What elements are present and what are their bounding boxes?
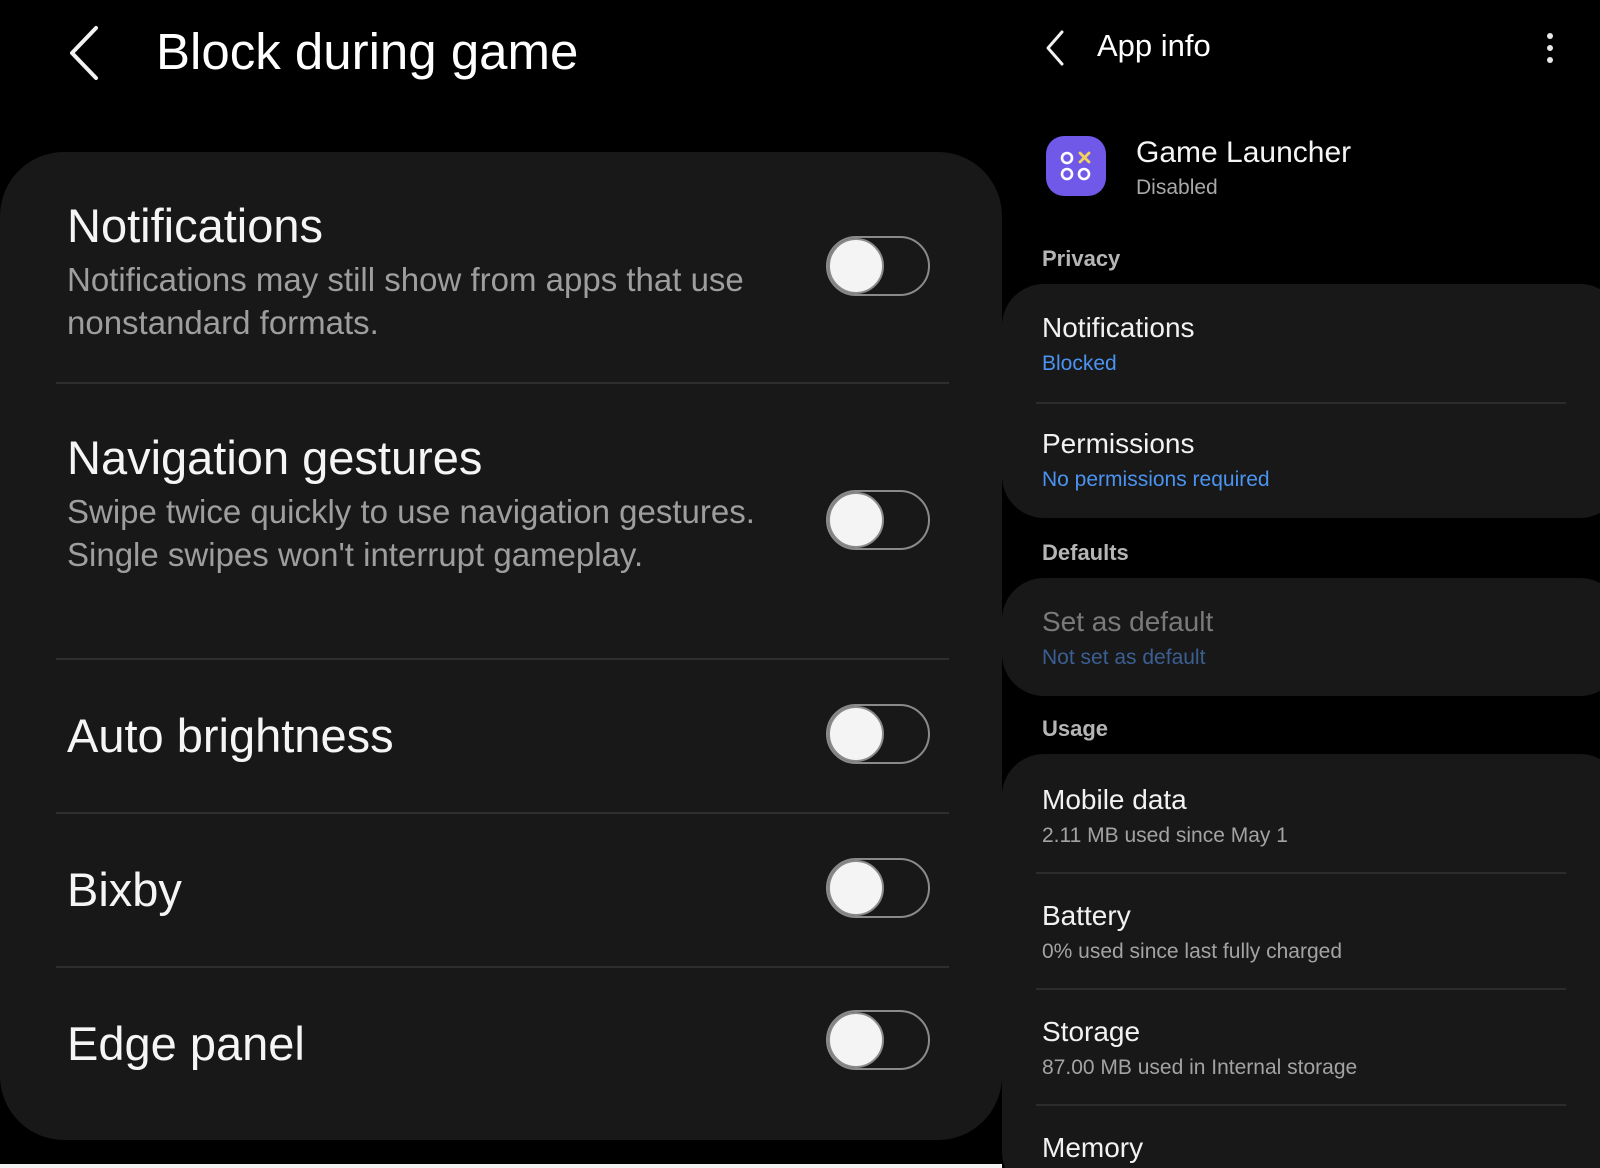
divider: [1036, 988, 1566, 990]
back-button[interactable]: [58, 18, 114, 88]
setting-bixby[interactable]: Bixby: [0, 814, 1002, 966]
setting-edge-panel[interactable]: Edge panel: [0, 968, 1002, 1120]
app-status: Disabled: [1136, 176, 1218, 199]
memory-item[interactable]: Memory: [1042, 1132, 1143, 1164]
item-value: Not set as default: [1042, 646, 1206, 669]
privacy-card: Notifications Blocked Permissions No per…: [1002, 284, 1600, 518]
navigation-gestures-toggle[interactable]: [826, 490, 930, 550]
toggle-knob: [828, 238, 884, 294]
setting-title: Notifications: [67, 199, 323, 252]
divider: [1036, 402, 1566, 404]
toggle-knob: [828, 706, 884, 762]
setting-description: Swipe twice quickly to use navigation ge…: [67, 493, 755, 573]
divider: [1036, 872, 1566, 874]
storage-item[interactable]: Storage 87.00 MB used in Internal storag…: [1042, 1016, 1357, 1080]
notifications-toggle[interactable]: [826, 236, 930, 296]
item-value: 87.00 MB used in Internal storage: [1042, 1056, 1358, 1079]
section-label-defaults: Defaults: [1042, 540, 1129, 565]
game-launcher-icon: [1046, 136, 1106, 196]
battery-item[interactable]: Battery 0% used since last fully charged: [1042, 900, 1342, 964]
section-label-usage: Usage: [1042, 716, 1109, 741]
item-title: Memory: [1042, 1132, 1144, 1163]
item-title: Battery: [1042, 900, 1131, 931]
item-title: Set as default: [1042, 606, 1214, 637]
permissions-item[interactable]: Permissions No permissions required: [1042, 428, 1270, 492]
item-value: No permissions required: [1042, 468, 1270, 491]
edge-panel-toggle[interactable]: [826, 1010, 930, 1070]
section-label-privacy: Privacy: [1042, 246, 1121, 271]
mobile-data-item[interactable]: Mobile data 2.11 MB used since May 1: [1042, 784, 1288, 848]
back-button[interactable]: [1040, 28, 1070, 68]
settings-card: Notifications Notifications may still sh…: [0, 152, 1002, 1140]
item-value: 2.11 MB used since May 1: [1042, 824, 1288, 847]
setting-notifications[interactable]: Notifications Notifications may still sh…: [0, 152, 1002, 382]
block-during-game-screen: Block during game Notifications Notifica…: [0, 0, 1002, 1168]
setting-title: Auto brightness: [67, 709, 394, 762]
notifications-item[interactable]: Notifications Blocked: [1042, 312, 1195, 376]
bottom-edge: [0, 1164, 1002, 1168]
set-as-default-item[interactable]: Set as default Not set as default: [1042, 606, 1213, 670]
defaults-card: Set as default Not set as default: [1002, 578, 1600, 696]
toggle-knob: [828, 492, 884, 548]
setting-navigation-gestures[interactable]: Navigation gestures Swipe twice quickly …: [0, 384, 1002, 658]
setting-title: Navigation gestures: [67, 431, 483, 484]
item-value: 0% used since last fully charged: [1042, 940, 1342, 963]
chevron-left-icon: [70, 26, 98, 80]
setting-auto-brightness[interactable]: Auto brightness: [0, 660, 1002, 812]
more-options-button[interactable]: [1538, 30, 1562, 66]
divider: [1036, 1104, 1566, 1106]
item-title: Mobile data: [1042, 784, 1187, 815]
page-title: Block during game: [156, 23, 579, 80]
setting-title: Edge panel: [67, 1017, 305, 1070]
item-value: Blocked: [1042, 352, 1117, 375]
auto-brightness-toggle[interactable]: [826, 704, 930, 764]
setting-description: Notifications may still show from apps t…: [67, 261, 744, 341]
toggle-knob: [828, 1012, 884, 1068]
app-name: Game Launcher: [1136, 136, 1352, 169]
usage-card: Mobile data 2.11 MB used since May 1 Bat…: [1002, 754, 1600, 1168]
bixby-toggle[interactable]: [826, 858, 930, 918]
item-title: Permissions: [1042, 428, 1195, 459]
item-title: Notifications: [1042, 312, 1195, 343]
setting-title: Bixby: [67, 863, 182, 916]
chevron-left-icon: [1046, 30, 1064, 66]
item-title: Storage: [1042, 1016, 1141, 1047]
page-title: App info: [1097, 28, 1211, 63]
toggle-knob: [828, 860, 884, 916]
app-info-screen: App info Game Launcher Disabled Privacy …: [1002, 0, 1600, 1168]
